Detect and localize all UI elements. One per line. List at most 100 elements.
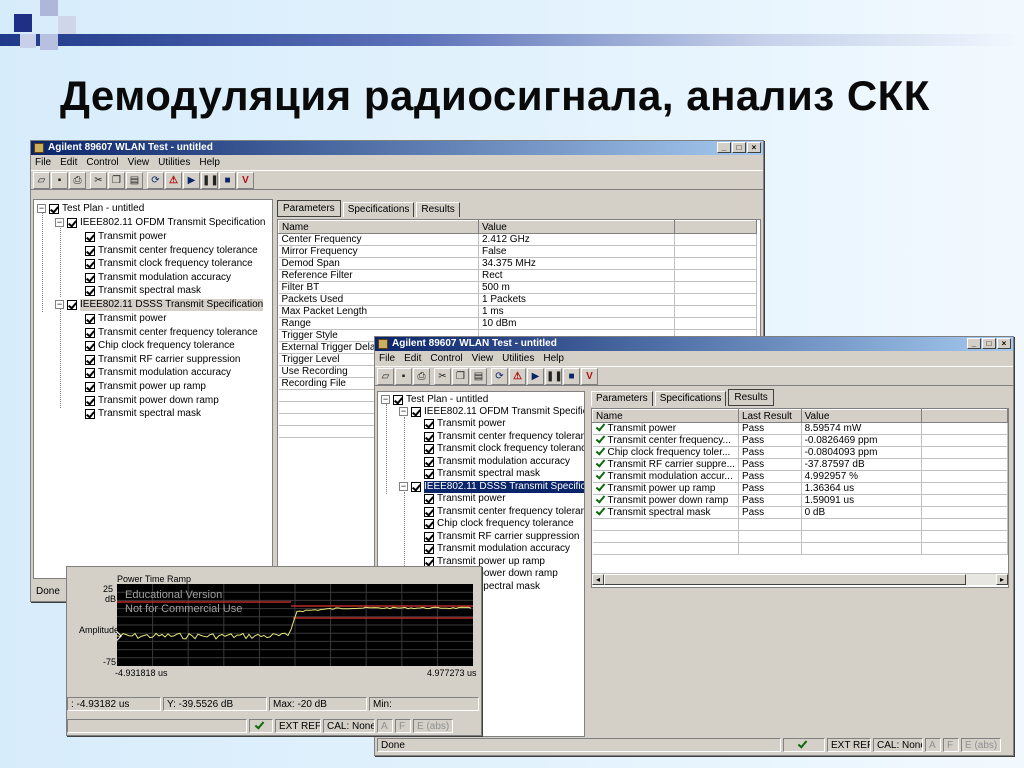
checkbox-icon[interactable] (85, 395, 95, 406)
paste-icon[interactable]: ▤ (470, 368, 487, 385)
pause-icon[interactable]: ❚❚ (545, 368, 562, 385)
column-header-name[interactable]: Name (278, 220, 479, 234)
checkbox-icon[interactable] (411, 406, 421, 417)
tree-item[interactable]: Transmit power (85, 312, 167, 325)
tree-item[interactable]: Chip clock frequency tolerance (424, 517, 574, 530)
checkbox-icon[interactable] (67, 299, 77, 310)
tree-group[interactable]: −IEEE802.11 OFDM Transmit Specification (55, 216, 265, 229)
collapse-icon[interactable]: − (37, 204, 46, 213)
tab-results[interactable]: Results (416, 202, 460, 217)
menu-file[interactable]: File (379, 351, 395, 366)
table-row[interactable]: Max Packet Length 1 ms (278, 305, 757, 318)
scroll-right-icon[interactable]: ▸ (996, 574, 1008, 585)
checkbox-icon[interactable] (424, 431, 434, 442)
checkbox-icon[interactable] (85, 258, 95, 269)
stop-icon[interactable]: ■ (563, 368, 580, 385)
checkbox-icon[interactable] (411, 481, 421, 492)
checkbox-icon[interactable] (424, 506, 434, 517)
open-icon[interactable]: ▱ (33, 172, 50, 189)
checkbox-icon[interactable] (49, 203, 59, 214)
column-header-name[interactable]: Name (592, 409, 739, 423)
menu-view[interactable]: View (472, 351, 494, 366)
tree-item[interactable]: Transmit power down ramp (85, 394, 219, 407)
checkbox-icon[interactable] (67, 217, 77, 228)
table-row[interactable]: Reference Filter Rect (278, 269, 757, 282)
tree-item[interactable]: Transmit spectral mask (85, 284, 201, 297)
table-row[interactable]: Packets Used 1 Packets (278, 293, 757, 306)
checkbox-icon[interactable] (424, 468, 434, 479)
results-grid[interactable]: Name Last Result Value Transmit power Pas… (591, 408, 1009, 588)
save-icon[interactable]: ▪ (51, 172, 68, 189)
open-icon[interactable]: ▱ (377, 368, 394, 385)
table-row[interactable]: Chip clock frequency toler... Pass -0.0804… (592, 446, 1008, 459)
menu-help[interactable]: Help (543, 351, 564, 366)
checkbox-icon[interactable] (424, 556, 434, 567)
checkbox-icon[interactable] (424, 456, 434, 467)
tree-item[interactable]: Transmit center frequency tolerance (85, 326, 258, 339)
pause-icon[interactable]: ❚❚ (201, 172, 218, 189)
checkbox-icon[interactable] (424, 543, 434, 554)
table-row[interactable]: Transmit power down ramp Pass 1.59091 us (592, 494, 1008, 507)
menu-control[interactable]: Control (86, 155, 118, 170)
checkbox-icon[interactable] (393, 394, 403, 405)
tab-specifications[interactable]: Specifications (654, 391, 727, 406)
tab-results[interactable]: Results (728, 389, 774, 406)
checkbox-icon[interactable] (424, 531, 434, 542)
print-icon[interactable]: ⎙ (413, 368, 430, 385)
test-plan-tree[interactable]: − Test Plan - untitled − IEEE802.11 OFDM T… (33, 199, 273, 579)
checkbox-icon[interactable] (85, 231, 95, 242)
menu-edit[interactable]: Edit (60, 155, 77, 170)
tab-parameters[interactable]: Parameters (277, 200, 341, 217)
checkbox-icon[interactable] (85, 272, 95, 283)
table-row[interactable]: Demod Span 34.375 MHz (278, 257, 757, 270)
tree-item[interactable]: Transmit clock frequency tolerance (85, 257, 253, 270)
save-icon[interactable]: ▪ (395, 368, 412, 385)
table-row[interactable]: Range 10 dBm (278, 317, 757, 330)
tree-item[interactable]: Transmit RF carrier suppression (85, 353, 240, 366)
scroll-left-icon[interactable]: ◂ (592, 574, 604, 585)
close-button[interactable]: × (997, 338, 1011, 349)
table-row[interactable]: Transmit power Pass 8.59574 mW (592, 422, 1008, 435)
checkbox-icon[interactable] (85, 381, 95, 392)
table-row[interactable]: Mirror Frequency False (278, 245, 757, 258)
tab-parameters[interactable]: Parameters (591, 391, 653, 406)
menu-view[interactable]: View (128, 155, 150, 170)
calibrate-icon[interactable]: ⚠ (165, 172, 182, 189)
tree-item[interactable]: Chip clock frequency tolerance (85, 339, 235, 352)
checkbox-icon[interactable] (85, 245, 95, 256)
refresh-icon[interactable]: ⟳ (491, 368, 508, 385)
menu-help[interactable]: Help (199, 155, 220, 170)
checkbox-icon[interactable] (424, 418, 434, 429)
tree-item[interactable]: Transmit center frequency tolerance (85, 244, 258, 257)
copy-icon[interactable]: ❐ (108, 172, 125, 189)
horizontal-scrollbar[interactable]: ◂ ▸ (592, 573, 1008, 585)
tab-specifications[interactable]: Specifications (342, 202, 415, 217)
menu-file[interactable]: File (35, 155, 51, 170)
menu-utilities[interactable]: Utilities (158, 155, 190, 170)
copy-icon[interactable]: ❐ (452, 368, 469, 385)
checkbox-icon[interactable] (85, 408, 95, 419)
tree-item[interactable]: Transmit spectral mask (85, 407, 201, 420)
menu-edit[interactable]: Edit (404, 351, 421, 366)
table-row[interactable]: Transmit modulation accur... Pass 4.992957… (592, 470, 1008, 483)
tree-item[interactable]: Transmit spectral mask (424, 467, 540, 480)
checkbox-icon[interactable] (85, 367, 95, 378)
collapse-icon[interactable]: − (381, 395, 390, 404)
play-icon[interactable]: ▶ (183, 172, 200, 189)
cut-icon[interactable]: ✂ (90, 172, 107, 189)
tree-item[interactable]: Transmit clock frequency tolerance (424, 442, 584, 455)
stop-icon[interactable]: ■ (219, 172, 236, 189)
vsa-icon[interactable]: V (237, 172, 254, 189)
calibrate-icon[interactable]: ⚠ (509, 368, 526, 385)
column-header-value[interactable]: Value (800, 409, 922, 423)
tree-item[interactable]: Transmit modulation accuracy (424, 542, 570, 555)
cut-icon[interactable]: ✂ (434, 368, 451, 385)
table-row[interactable]: Center Frequency 2.412 GHz (278, 233, 757, 246)
maximize-button[interactable]: □ (732, 142, 746, 153)
checkbox-icon[interactable] (85, 285, 95, 296)
collapse-icon[interactable]: − (55, 218, 64, 227)
column-header-last-result[interactable]: Last Result (737, 409, 802, 423)
tree-item[interactable]: Transmit power (424, 492, 506, 505)
print-icon[interactable]: ⎙ (69, 172, 86, 189)
maximize-button[interactable]: □ (982, 338, 996, 349)
